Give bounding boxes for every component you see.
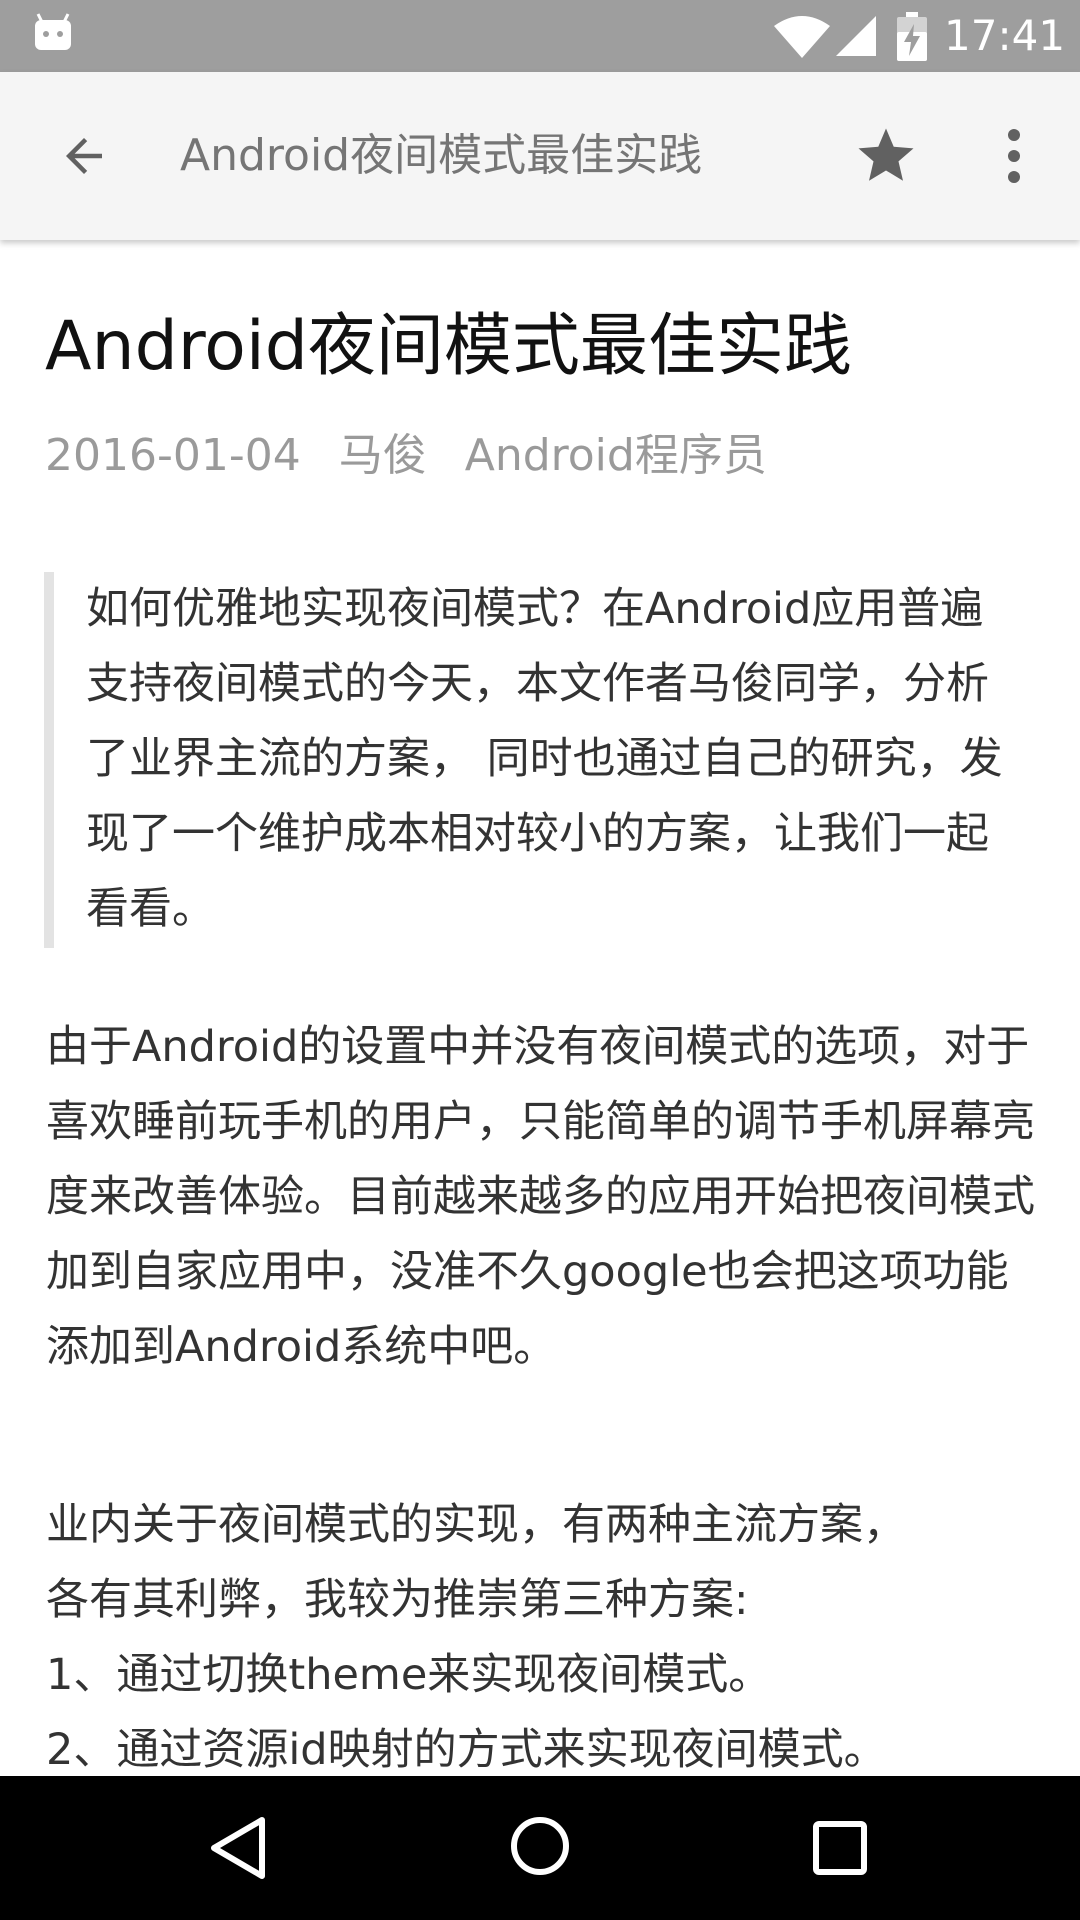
toolbar: Android夜间模式最佳实践 [0, 72, 1080, 240]
paragraph-2-line: 各有其利弊，我较为推崇第三种方案: [46, 1575, 749, 1625]
article-meta: 2016-01-04 马俊 Android程序员 [45, 426, 791, 486]
article-summary-quote: 如何优雅地实现夜间模式？在Android应用普遍支持夜间模式的今天，本文作者马俊… [44, 572, 1024, 948]
status-bar: 17:41 [0, 0, 1080, 72]
signal-icon [836, 16, 876, 56]
battery-charging-icon [897, 12, 927, 61]
nav-recents-icon[interactable] [800, 1810, 880, 1886]
favorite-button[interactable] [846, 116, 926, 196]
nav-back-icon[interactable] [200, 1812, 280, 1884]
more-options-button[interactable] [974, 116, 1054, 196]
wifi-icon [774, 16, 830, 58]
article-date: 2016-01-04 [45, 430, 301, 481]
nav-home-icon[interactable] [500, 1806, 580, 1886]
article-title: Android夜间模式最佳实践 [45, 307, 852, 386]
star-icon [858, 128, 914, 181]
toolbar-title: Android夜间模式最佳实践 [180, 130, 703, 181]
paragraph-2-line: 2、通过资源id映射的方式来实现夜间模式。 [46, 1725, 887, 1775]
article-author: 马俊 [338, 430, 427, 481]
back-button[interactable] [44, 116, 124, 196]
article-content[interactable]: Android夜间模式最佳实践 2016-01-04 马俊 Android程序员… [0, 240, 1080, 1776]
android-icon [35, 13, 71, 50]
screen: 17:41 Android夜间模式最佳实践 Android夜间模式最佳实践 20… [0, 0, 1080, 1920]
navigation-bar [0, 1776, 1080, 1920]
quote-text: 如何优雅地实现夜间模式？在Android应用普遍支持夜间模式的今天，本文作者马俊… [86, 584, 1003, 934]
arrow-back-icon [66, 138, 102, 174]
more-vert-icon [1008, 129, 1020, 183]
paragraph-2-line: 1、通过切换theme来实现夜间模式。 [46, 1650, 772, 1700]
paragraph-2-line: 业内关于夜间模式的实现，有两种主流方案， [46, 1500, 906, 1550]
status-time: 17:41 [944, 11, 1066, 60]
paragraph-2: 业内关于夜间模式的实现，有两种主流方案， 各有其利弊，我较为推崇第三种方案: 1… [46, 1488, 1036, 1776]
article-source[interactable]: Android程序员 [465, 430, 767, 481]
paragraph-1: 由于Android的设置中并没有夜间模式的选项，对于喜欢睡前玩手机的用户，只能简… [46, 1022, 1035, 1372]
